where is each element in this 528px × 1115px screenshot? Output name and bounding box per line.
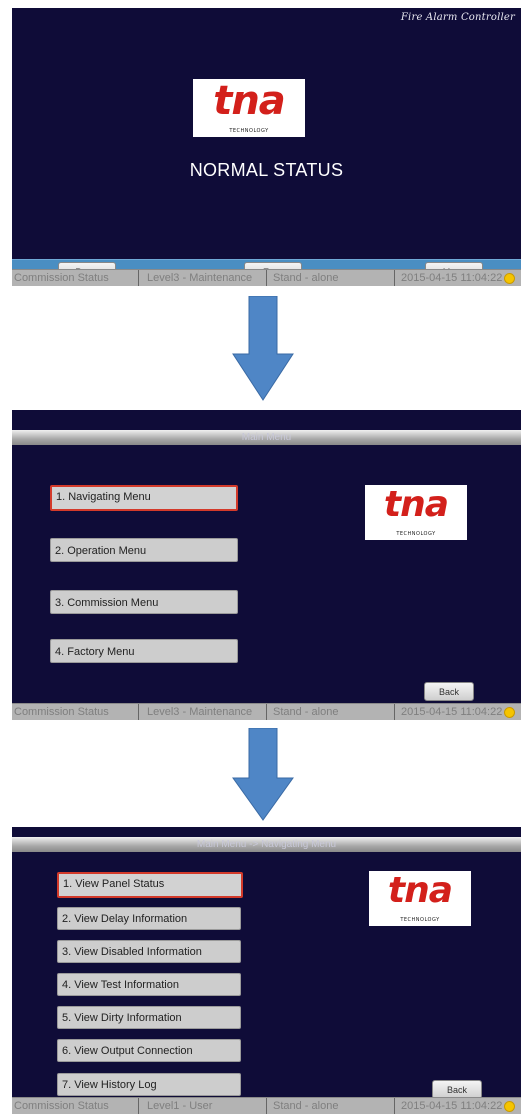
- main-menu-screen: Main Menu tna TECHNOLOGY 1. Navigating M…: [12, 410, 521, 720]
- brand-label: Fire Alarm Controller: [400, 12, 515, 23]
- view-dirty-information-button[interactable]: 5. View Dirty Information: [57, 1006, 241, 1029]
- view-delay-information-button[interactable]: 2. View Delay Information: [57, 907, 241, 930]
- status-network: Stand - alone: [267, 270, 395, 286]
- status-network: Stand - alone: [267, 1098, 395, 1114]
- down-arrow-icon: [232, 728, 294, 821]
- tna-logo: tna TECHNOLOGY: [365, 485, 467, 540]
- logo-mark: tna: [383, 484, 449, 525]
- logo-subtitle: TECHNOLOGY: [396, 531, 436, 537]
- status-message: NORMAL STATUS: [189, 160, 344, 180]
- status-level: Level1 - User: [139, 1098, 267, 1114]
- factory-menu-button[interactable]: 4. Factory Menu: [50, 639, 238, 663]
- status-bar: Commission Status Level1 - User Stand - …: [12, 1097, 521, 1114]
- status-bar: Commission Status Level3 - Maintenance S…: [12, 269, 521, 286]
- tna-logo: tna TECHNOLOGY: [193, 79, 305, 137]
- commission-menu-button[interactable]: 3. Commission Menu: [50, 590, 238, 614]
- navigating-menu-button[interactable]: 1. Navigating Menu: [50, 485, 238, 511]
- back-button[interactable]: Back: [424, 682, 474, 701]
- logo-subtitle: TECHNOLOGY: [229, 128, 269, 134]
- screen-title: Main Menu: [12, 430, 521, 445]
- sun-icon: [504, 273, 515, 284]
- status-network: Stand - alone: [267, 704, 395, 720]
- logo-mark: tna: [387, 870, 453, 911]
- view-history-log-button[interactable]: 7. View History Log: [57, 1073, 241, 1096]
- status-datetime: 2015-04-15 11:04:22: [401, 706, 503, 718]
- screen-title: Main Menu -> Navigating Menu: [12, 837, 521, 852]
- view-test-information-button[interactable]: 4. View Test Information: [57, 973, 241, 996]
- status-bar: Commission Status Level3 - Maintenance S…: [12, 703, 521, 720]
- status-mode: Commission Status: [12, 270, 139, 286]
- operation-menu-button[interactable]: 2. Operation Menu: [50, 538, 238, 562]
- sun-icon: [504, 707, 515, 718]
- status-level: Level3 - Maintenance: [139, 270, 267, 286]
- sun-icon: [504, 1101, 515, 1112]
- down-arrow-icon: [232, 296, 294, 401]
- status-mode: Commission Status: [12, 1098, 139, 1114]
- logo-mark: tna: [213, 78, 286, 124]
- status-mode: Commission Status: [12, 704, 139, 720]
- status-datetime: 2015-04-15 11:04:22: [401, 272, 503, 284]
- view-output-connection-button[interactable]: 6. View Output Connection: [57, 1039, 241, 1062]
- view-panel-status-button[interactable]: 1. View Panel Status: [57, 872, 243, 898]
- home-screen: Fire Alarm Controller tna TECHNOLOGY NOR…: [12, 8, 521, 286]
- tna-logo: tna TECHNOLOGY: [369, 871, 471, 926]
- status-datetime: 2015-04-15 11:04:22: [401, 1100, 503, 1112]
- navigating-menu-screen: Main Menu -> Navigating Menu tna TECHNOL…: [12, 827, 521, 1114]
- status-level: Level3 - Maintenance: [139, 704, 267, 720]
- view-disabled-information-button[interactable]: 3. View Disabled Information: [57, 940, 241, 963]
- logo-subtitle: TECHNOLOGY: [400, 917, 440, 923]
